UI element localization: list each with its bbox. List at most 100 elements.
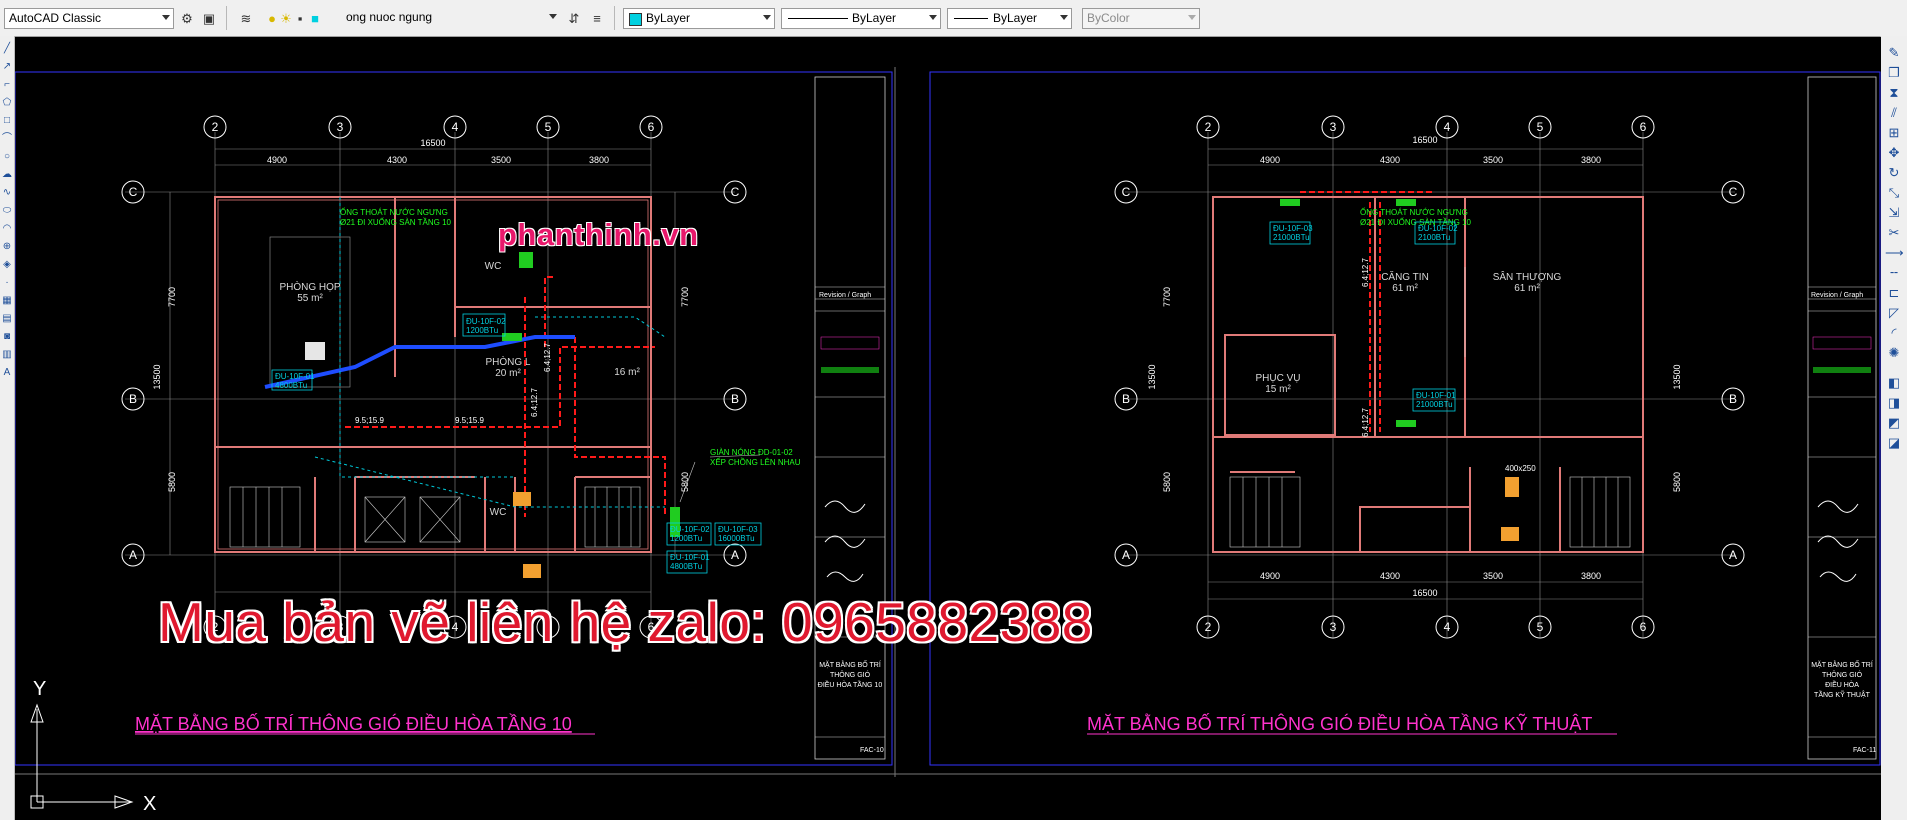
customize-icon[interactable]: ▣ xyxy=(199,9,219,28)
grid-label: A xyxy=(1122,548,1130,562)
unit-capacity: 4800BTu xyxy=(670,562,702,571)
draw-order-back-icon[interactable]: ◨ xyxy=(1885,394,1903,412)
left-sheet-title: MẶT BẰNG BỐ TRÍ THÔNG GIÓ ĐIỀU HÒA TẦNG … xyxy=(135,713,572,734)
watermark-site: phanthinh.vn xyxy=(498,217,699,252)
chevron-down-icon xyxy=(929,15,937,20)
room-area: 61 m² xyxy=(1514,283,1540,294)
fillet-icon[interactable]: ◜ xyxy=(1885,324,1903,342)
grid-label: 4 xyxy=(1444,120,1451,134)
draw-order-front-icon[interactable]: ◧ xyxy=(1885,374,1903,392)
point-icon[interactable]: · xyxy=(1,276,13,290)
room-area: 55 m² xyxy=(297,293,323,304)
bring-above-icon[interactable]: ◩ xyxy=(1885,414,1903,432)
room-name: WC xyxy=(485,261,502,272)
construction-line-icon[interactable]: ↗ xyxy=(1,60,13,74)
gradient-icon[interactable]: ▤ xyxy=(1,312,13,326)
grid-label: B xyxy=(731,392,739,406)
dimension-total: 16500 xyxy=(420,138,445,148)
drawing-viewport[interactable]: 2 3 4 5 6 2 3 4 5 6 C B A C B A 16500 49… xyxy=(15,37,1881,820)
svg-text:ĐIỀU HÒA: ĐIỀU HÒA xyxy=(1825,679,1859,689)
explode-icon[interactable]: ✺ xyxy=(1885,344,1903,362)
spline-icon[interactable]: ∿ xyxy=(1,186,13,200)
room-name: PHỤC VỤ xyxy=(1255,373,1300,384)
arc-icon[interactable]: ⌒ xyxy=(1,132,13,146)
dimension: 3500 xyxy=(1483,571,1503,581)
hvac-unit xyxy=(523,564,541,578)
pipe-size: 6.4;12.7 xyxy=(530,388,539,417)
color-select[interactable]: ByLayer xyxy=(623,8,775,29)
duct-size: 400x250 xyxy=(1505,464,1536,473)
sheet-number: FAC-11 xyxy=(1853,747,1876,754)
side-dimension: 13500 xyxy=(1672,364,1682,389)
side-dimension: 5800 xyxy=(167,472,177,492)
pipe-note: ỐNG THOÁT NƯỚC NGƯNG xyxy=(340,207,448,217)
send-under-icon[interactable]: ◪ xyxy=(1885,434,1903,452)
dimension: 4900 xyxy=(267,155,287,165)
scale-icon[interactable]: ⤡ xyxy=(1885,184,1903,202)
ellipse-arc-icon[interactable]: ◠ xyxy=(1,222,13,236)
drawing-canvas[interactable]: 2 3 4 5 6 2 3 4 5 6 C B A C B A 16500 49… xyxy=(15,37,1881,820)
polyline-icon[interactable]: ⌐ xyxy=(1,78,13,92)
insert-block-icon[interactable]: ⊕ xyxy=(1,240,13,254)
trim-icon[interactable]: ✂ xyxy=(1885,224,1903,242)
ucs-x-label: X xyxy=(143,793,156,815)
svg-text:ĐIỀU HÒA TẦNG 10: ĐIỀU HÒA TẦNG 10 xyxy=(818,679,883,689)
side-dimension: 7700 xyxy=(1162,287,1172,307)
layer-previous-icon[interactable]: ≡ xyxy=(587,9,607,28)
unit-capacity: 4800BTu xyxy=(275,381,307,390)
right-floor-plan: 2 3 4 5 6 2 3 4 5 6 C B A C B A 16500 49… xyxy=(1087,76,1877,760)
layer-properties-icon[interactable]: ≋ xyxy=(236,9,256,28)
region-icon[interactable]: ◙ xyxy=(1,330,13,344)
room-name: SÂN THƯỢNG xyxy=(1493,270,1562,283)
circle-icon[interactable]: ○ xyxy=(1,150,13,164)
chamfer-icon[interactable]: ◸ xyxy=(1885,304,1903,322)
plotstyle-value: ByColor xyxy=(1087,11,1130,25)
hvac-unit xyxy=(1280,199,1300,206)
offset-icon[interactable]: ⫽ xyxy=(1885,104,1903,122)
move-icon[interactable]: ✥ xyxy=(1885,144,1903,162)
condenser-note: XẾP CHỒNG LÊN NHAU xyxy=(710,457,801,467)
join-icon[interactable]: ⊏ xyxy=(1885,284,1903,302)
ellipse-icon[interactable]: ⬭ xyxy=(1,204,13,218)
hatch-icon[interactable]: ▦ xyxy=(1,294,13,308)
array-icon[interactable]: ⊞ xyxy=(1885,124,1903,142)
linetype-select[interactable]: ByLayer xyxy=(781,8,941,29)
mirror-icon[interactable]: ⧗ xyxy=(1885,84,1903,102)
ucs-y-label: Y xyxy=(33,678,46,700)
dimension: 3500 xyxy=(1483,155,1503,165)
dimension: 3800 xyxy=(589,155,609,165)
make-block-icon[interactable]: ◈ xyxy=(1,258,13,272)
erase-icon[interactable]: ✎ xyxy=(1885,44,1903,62)
stretch-icon[interactable]: ⇲ xyxy=(1885,204,1903,222)
layer-select[interactable]: ong nuoc ngung xyxy=(320,8,560,29)
hvac-unit xyxy=(1396,199,1416,206)
rotate-icon[interactable]: ↻ xyxy=(1885,164,1903,182)
copy-icon[interactable]: ❐ xyxy=(1885,64,1903,82)
hvac-unit xyxy=(1505,477,1519,497)
grid-label: 5 xyxy=(1537,620,1544,634)
rectangle-icon[interactable]: □ xyxy=(1,114,13,128)
table-icon[interactable]: ▥ xyxy=(1,348,13,362)
room-name: WC xyxy=(490,507,507,518)
svg-text:TẦNG KỸ THUẬT: TẦNG KỸ THUẬT xyxy=(1814,689,1871,699)
revision-cloud-icon[interactable]: ☁ xyxy=(1,168,13,182)
color-swatch-icon xyxy=(629,13,642,26)
workspace-select[interactable]: AutoCAD Classic xyxy=(4,8,174,29)
room-area: 16 m² xyxy=(614,367,640,378)
mtext-icon[interactable]: A xyxy=(1,366,13,380)
grid-label: 6 xyxy=(648,120,655,134)
left-floor-plan: 2 3 4 5 6 2 3 4 5 6 C B A C B A 16500 49… xyxy=(121,76,886,760)
workspace-settings-icon[interactable]: ⚙ xyxy=(177,9,197,28)
chevron-down-icon xyxy=(162,15,170,20)
grid-label: 5 xyxy=(545,120,552,134)
make-current-layer-icon[interactable]: ⇵ xyxy=(564,9,584,28)
toolbar-separator xyxy=(226,6,227,30)
extend-icon[interactable]: ⟶ xyxy=(1885,244,1904,262)
polygon-icon[interactable]: ⬠ xyxy=(1,96,13,110)
hvac-unit xyxy=(519,252,533,268)
plotstyle-select[interactable]: ByColor xyxy=(1082,8,1200,29)
break-icon[interactable]: ╌ xyxy=(1885,264,1903,282)
grid-label: 4 xyxy=(452,120,459,134)
line-tool-icon[interactable]: ╱ xyxy=(1,42,13,56)
lineweight-select[interactable]: ByLayer xyxy=(947,8,1072,29)
